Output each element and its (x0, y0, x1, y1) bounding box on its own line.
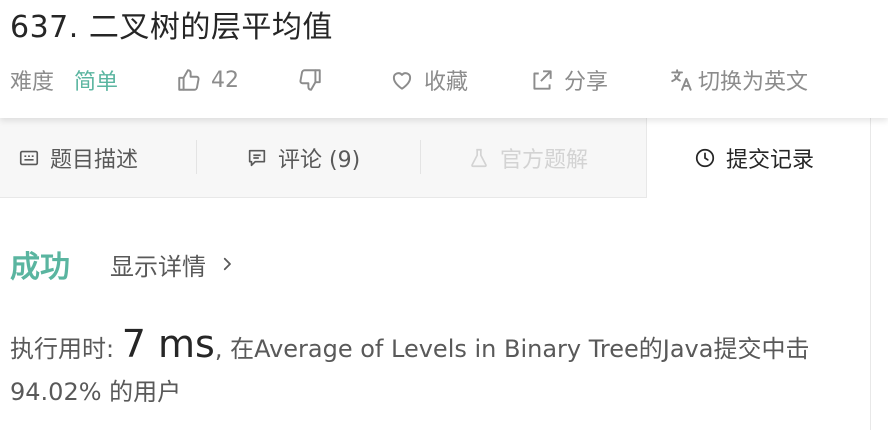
tab-comments[interactable]: 评论 (9) (246, 118, 360, 198)
comment-icon (248, 149, 266, 167)
share-label: 分享 (564, 70, 609, 95)
runtime-prefix: 执行用时: (10, 335, 115, 363)
difficulty-label: 难度 (10, 70, 55, 95)
share-icon (528, 66, 556, 94)
tab-solution: 官方题解 (468, 118, 588, 198)
heart-icon (388, 66, 416, 94)
like-button[interactable]: 42 (175, 62, 239, 98)
show-details-link[interactable]: 显示详情 (110, 247, 236, 282)
problem-title: 637. 二叉树的层平均值 (10, 10, 333, 45)
translate-button[interactable]: 切换为英文 (668, 62, 808, 98)
favorite-button[interactable]: 收藏 (388, 62, 468, 98)
tab-solution-label: 官方题解 (500, 148, 589, 173)
tab-description[interactable]: 题目描述 (18, 118, 138, 198)
tab-description-label: 题目描述 (50, 148, 139, 173)
runtime-value: 7 ms (121, 322, 215, 366)
tab-divider (420, 140, 421, 174)
description-icon (19, 150, 39, 166)
like-count: 42 (211, 67, 239, 93)
clock-icon (695, 148, 715, 168)
difficulty-value: 简单 (74, 70, 119, 95)
tab-divider (196, 140, 197, 174)
favorite-label: 收藏 (424, 70, 469, 95)
chevron-right-icon (223, 257, 231, 271)
runtime-suffix: , 在Average of Levels in Binary Tree的Java… (214, 335, 810, 363)
translate-icon (668, 66, 696, 94)
tab-bar: 题目描述 评论 (9) 官方题解 提交记录 (0, 118, 888, 198)
runtime-line: 执行用时: 7 ms, 在Average of Levels in Binary… (10, 322, 809, 366)
dislike-button[interactable] (296, 62, 332, 98)
tab-submissions-label: 提交记录 (726, 148, 815, 173)
thumbs-down-icon (296, 66, 324, 94)
runtime-percentile: 94.02% 的用户 (10, 378, 182, 406)
share-button[interactable]: 分享 (528, 62, 608, 98)
tab-comments-label: 评论 (9) (278, 148, 361, 173)
difficulty: 难度 简单 (10, 62, 118, 98)
flask-icon (471, 148, 487, 168)
problem-header: 637. 二叉树的层平均值 难度 简单 42 收藏 分享 切换为英文 (0, 0, 888, 118)
thumbs-up-icon (175, 66, 203, 94)
translate-label: 切换为英文 (698, 70, 809, 95)
result-status: 成功 (10, 250, 70, 285)
panel-divider (870, 118, 871, 430)
problem-meta-bar: 难度 简单 42 收藏 分享 切换为英文 (0, 62, 888, 98)
tab-submissions[interactable]: 提交记录 (694, 118, 814, 198)
show-details-label: 显示详情 (110, 252, 206, 281)
submission-result: 成功 显示详情 (10, 242, 236, 286)
